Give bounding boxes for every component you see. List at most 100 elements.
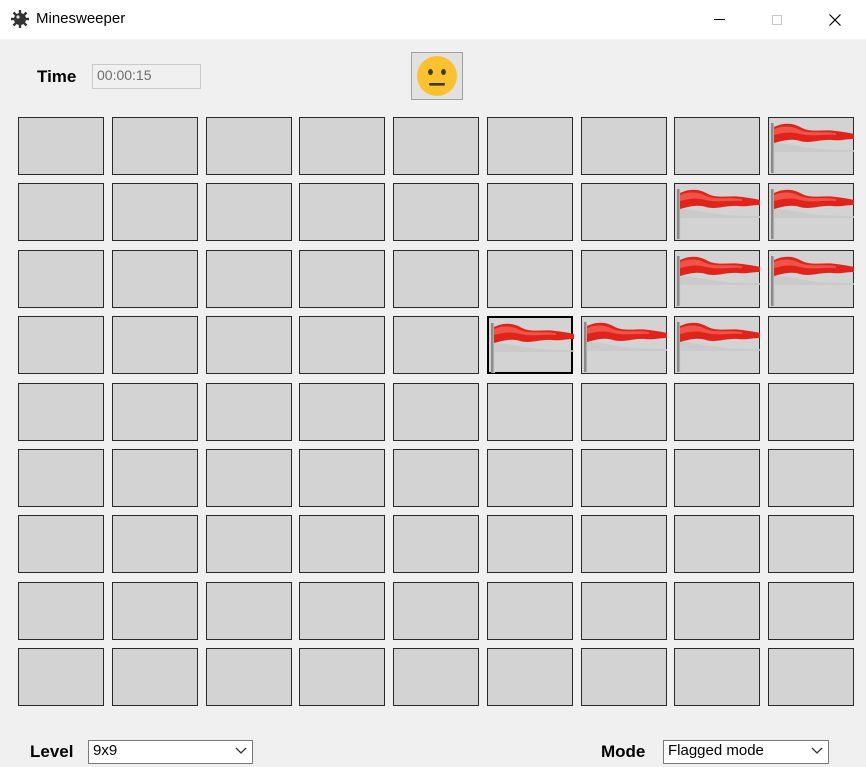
cell-r5-c1[interactable] — [18, 383, 104, 441]
cell-r4-c6[interactable] — [487, 316, 574, 374]
cell-r3-c1[interactable] — [18, 250, 104, 308]
cell-r8-c8[interactable] — [674, 582, 760, 640]
mine-gear-icon — [10, 9, 30, 29]
red-flag-icon — [491, 323, 574, 373]
cell-r4-c5[interactable] — [393, 316, 479, 374]
cell-r6-c1[interactable] — [18, 449, 104, 507]
cell-r7-c8[interactable] — [674, 515, 760, 573]
cell-r9-c7[interactable] — [581, 648, 667, 706]
cell-r5-c4[interactable] — [299, 383, 385, 441]
cell-r8-c1[interactable] — [18, 582, 104, 640]
cell-r1-c2[interactable] — [112, 117, 198, 175]
cell-r5-c7[interactable] — [581, 383, 667, 441]
cell-r2-c5[interactable] — [393, 183, 479, 241]
cell-r1-c6[interactable] — [487, 117, 573, 175]
cell-r3-c3[interactable] — [206, 250, 292, 308]
title-bar: Minesweeper — [0, 0, 866, 40]
cell-r6-c6[interactable] — [487, 449, 573, 507]
cell-r2-c8[interactable] — [674, 183, 760, 241]
cell-r7-c2[interactable] — [112, 515, 198, 573]
minefield-grid — [0, 0, 866, 767]
cell-r6-c4[interactable] — [299, 449, 385, 507]
level-label: Level — [30, 742, 74, 761]
cell-r9-c8[interactable] — [674, 648, 760, 706]
cell-r1-c9[interactable] — [768, 117, 854, 175]
cell-r1-c3[interactable] — [206, 117, 292, 175]
cell-r6-c5[interactable] — [393, 449, 479, 507]
cell-r7-c6[interactable] — [487, 515, 573, 573]
cell-r5-c3[interactable] — [206, 383, 292, 441]
cell-r2-c3[interactable] — [206, 183, 292, 241]
cell-r4-c9[interactable] — [768, 316, 854, 374]
cell-r1-c8[interactable] — [674, 117, 760, 175]
cell-r4-c7[interactable] — [581, 316, 667, 374]
cell-r6-c3[interactable] — [206, 449, 292, 507]
cell-r9-c4[interactable] — [299, 648, 385, 706]
cell-r2-c1[interactable] — [18, 183, 104, 241]
cell-r9-c6[interactable] — [487, 648, 573, 706]
cell-r1-c4[interactable] — [299, 117, 385, 175]
cell-r7-c5[interactable] — [393, 515, 479, 573]
cell-r3-c8[interactable] — [674, 250, 760, 308]
time-label: Time — [37, 67, 77, 86]
cell-r3-c5[interactable] — [393, 250, 479, 308]
cell-r4-c4[interactable] — [299, 316, 385, 374]
cell-r8-c6[interactable] — [487, 582, 573, 640]
cell-r3-c4[interactable] — [299, 250, 385, 308]
cell-r8-c5[interactable] — [393, 582, 479, 640]
cell-r8-c2[interactable] — [112, 582, 198, 640]
cell-r7-c3[interactable] — [206, 515, 292, 573]
level-dropdown[interactable]: 9x9 — [88, 740, 253, 764]
cell-r7-c4[interactable] — [299, 515, 385, 573]
cell-r2-c4[interactable] — [299, 183, 385, 241]
cell-r5-c9[interactable] — [768, 383, 854, 441]
cell-r6-c9[interactable] — [768, 449, 854, 507]
cell-r8-c9[interactable] — [768, 582, 854, 640]
cell-r7-c7[interactable] — [581, 515, 667, 573]
cell-r1-c5[interactable] — [393, 117, 479, 175]
cell-r1-c1[interactable] — [18, 117, 104, 175]
cell-r3-c9[interactable] — [768, 250, 854, 308]
cell-r9-c1[interactable] — [18, 648, 104, 706]
cell-r9-c3[interactable] — [206, 648, 292, 706]
red-flag-icon — [677, 256, 760, 306]
red-flag-icon — [677, 189, 760, 239]
cell-r3-c2[interactable] — [112, 250, 198, 308]
cell-r4-c8[interactable] — [674, 316, 760, 374]
close-button[interactable] — [806, 0, 864, 39]
cell-r4-c2[interactable] — [112, 316, 198, 374]
cell-r4-c3[interactable] — [206, 316, 292, 374]
minimize-button[interactable] — [690, 0, 748, 39]
face-reset-button[interactable] — [411, 52, 463, 100]
minimize-icon — [713, 19, 725, 20]
cell-r9-c9[interactable] — [768, 648, 854, 706]
cell-r6-c8[interactable] — [674, 449, 760, 507]
cell-r5-c8[interactable] — [674, 383, 760, 441]
cell-r9-c2[interactable] — [112, 648, 198, 706]
cell-r8-c4[interactable] — [299, 582, 385, 640]
cell-r8-c7[interactable] — [581, 582, 667, 640]
cell-r5-c5[interactable] — [393, 383, 479, 441]
cell-r2-c9[interactable] — [768, 183, 854, 241]
cell-r2-c7[interactable] — [581, 183, 667, 241]
cell-r4-c1[interactable] — [18, 316, 104, 374]
cell-r5-c6[interactable] — [487, 383, 573, 441]
cell-r2-c6[interactable] — [487, 183, 573, 241]
cell-r6-c2[interactable] — [112, 449, 198, 507]
cell-r7-c9[interactable] — [768, 515, 854, 573]
cell-r9-c5[interactable] — [393, 648, 479, 706]
cell-r1-c7[interactable] — [581, 117, 667, 175]
cell-r2-c2[interactable] — [112, 183, 198, 241]
cell-r7-c1[interactable] — [18, 515, 104, 573]
cell-r3-c6[interactable] — [487, 250, 573, 308]
maximize-button[interactable] — [748, 0, 806, 39]
mode-label: Mode — [601, 742, 646, 761]
level-value: 9x9 — [93, 742, 118, 759]
close-icon — [829, 13, 841, 26]
cell-r6-c7[interactable] — [581, 449, 667, 507]
cell-r5-c2[interactable] — [112, 383, 198, 441]
cell-r8-c3[interactable] — [206, 582, 292, 640]
mode-value: Flagged mode — [668, 742, 764, 759]
cell-r3-c7[interactable] — [581, 250, 667, 308]
mode-dropdown[interactable]: Flagged mode — [663, 740, 829, 764]
